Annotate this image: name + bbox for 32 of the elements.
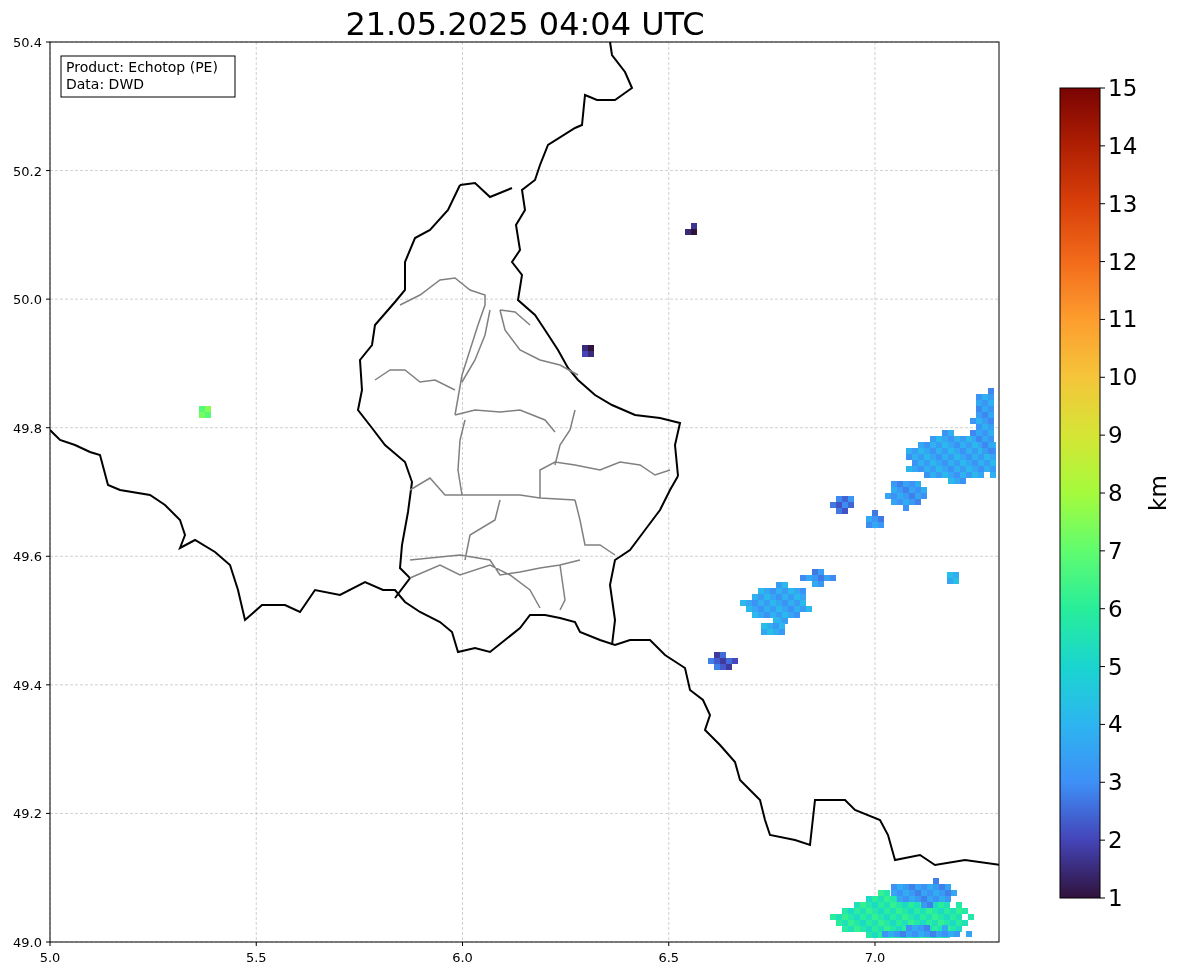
axis-tick-label: 50.4 [13,35,42,50]
colorbar-tick-label: 14 [1108,132,1138,159]
colorbar-tick-label: 1 [1108,885,1123,911]
axis-tick-label: 49.0 [13,935,42,950]
axis-tick-label: 50.2 [13,163,42,179]
axis-tick-label: 49.8 [13,420,42,436]
legend-text: Product: Echotop (PE) [66,59,218,75]
axis-tick-label: 50.0 [13,292,42,308]
colorbar-tick-label: 4 [1108,711,1123,738]
axis-tick-label: 5.0 [39,950,61,965]
axis-tick-label: 49.4 [13,677,42,693]
colorbar-tick-label: 10 [1108,364,1138,391]
colorbar-label: km [1145,475,1171,511]
axis-tick-label: 49.6 [13,549,42,565]
colorbar-tick-label: 5 [1108,653,1123,680]
axis-tick-label: 5.5 [245,950,267,965]
figure-title: 21.05.2025 04:04 UTC [345,5,705,43]
colorbar-tick-label: 13 [1108,190,1138,217]
axis-tick-label: 7.0 [864,950,886,965]
axis-tick-label: 6.0 [452,950,473,965]
colorbar-tick-label: 6 [1108,595,1123,622]
colorbar-tick-label: 11 [1108,306,1138,333]
legend-text: Data: DWD [66,76,144,92]
colorbar-tick-label: 9 [1108,422,1123,449]
colorbar-tick-label: 2 [1108,827,1123,854]
colorbar-tick-label: 8 [1108,480,1123,506]
colorbar-tick-label: 3 [1108,769,1123,796]
axis-tick-label: 6.5 [658,950,680,965]
colorbar-tick-label: 12 [1108,248,1138,275]
axis-tick-label: 49.2 [13,806,42,822]
colorbar-tick-label: 7 [1108,537,1123,564]
colorbar-tick-label: 15 [1108,75,1138,101]
